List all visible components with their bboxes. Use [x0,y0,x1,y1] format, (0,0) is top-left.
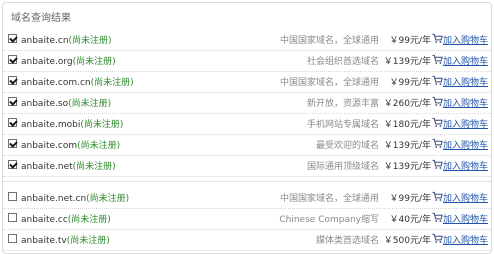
domain-label: anbaite.so [21,99,69,109]
domain-row: anbaite.cn(尚未注册) 中国国家域名，全球通用 ￥99元/年 加入购物车 [3,29,491,51]
domain-status: (尚未注册) [77,141,121,151]
domain-price: ￥139元/年 [383,162,431,172]
domain-checkbox[interactable] [8,213,17,222]
domain-name: anbaite.mobi(尚未注册) [21,117,123,130]
add-to-cart-link[interactable]: 加入购物车 [443,117,488,130]
domain-label: anbaite.tv [21,236,67,246]
domain-row: anbaite.mobi(尚未注册) 手机网站专属域名 ￥180元/年 加入购物车 [3,113,491,135]
domain-price: ￥260元/年 [383,99,431,109]
add-to-cart-link[interactable]: 加入购物车 [443,233,488,246]
domain-status: (尚未注册) [72,162,116,172]
section-title: 域名查询结果 [11,13,71,24]
shopping-cart-icon[interactable] [432,117,443,128]
domain-label: anbaite.net.cn [21,194,87,204]
domain-row: anbaite.net.cn(尚未注册) 中国国家域名，全球通用 ￥99元/年 加入购… [3,187,491,209]
domain-status: (尚未注册) [90,78,134,88]
domain-label: anbaite.cn [21,36,69,46]
domain-price: ￥500元/年 [383,236,431,246]
domain-price: ￥99元/年 [389,194,432,204]
domain-status: (尚未注册) [68,99,112,109]
domain-checkbox[interactable] [8,34,17,43]
domain-price: ￥139元/年 [383,57,431,67]
domain-row: anbaite.com(尚未注册) 最受欢迎的域名 ￥139元/年 加入购物车 [3,134,491,156]
domain-description: Chinese Company缩写 [279,215,379,225]
domain-price: ￥180元/年 [383,120,431,130]
domain-label: anbaite.cc [21,215,68,225]
domain-description: 中国国家域名，全球通用 [279,194,379,204]
domain-checkbox[interactable] [8,76,17,85]
add-to-cart-link[interactable]: 加入购物车 [443,33,488,46]
domain-status: (尚未注册) [72,57,116,67]
domain-price: ￥40元/年 [389,215,432,225]
domain-price: ￥99元/年 [389,78,432,88]
shopping-cart-icon[interactable] [432,233,443,244]
shopping-cart-icon[interactable] [432,75,443,86]
domain-status: (尚未注册) [68,36,112,46]
shopping-cart-icon[interactable] [432,33,443,44]
domain-checkbox[interactable] [8,192,17,201]
domain-name: anbaite.cn(尚未注册) [21,33,112,46]
domain-checkbox[interactable] [8,97,17,106]
domain-price: ￥99元/年 [389,36,432,46]
domain-name: anbaite.cc(尚未注册) [21,212,111,225]
domain-description: 新开放，资源丰富 [306,99,379,109]
add-to-cart-link[interactable]: 加入购物车 [443,159,488,172]
add-to-cart-link[interactable]: 加入购物车 [443,54,488,67]
shopping-cart-icon[interactable] [432,212,443,223]
domain-description: 社会组织首选域名 [306,57,379,67]
domain-results-panel: 域名查询结果 anbaite.cn(尚未注册) 中国国家域名，全球通用 ￥99元/年… [2,2,492,254]
domain-description: 媒体类首选域名 [315,236,379,246]
domain-name: anbaite.net(尚未注册) [21,159,116,172]
domain-description: 中国国家域名，全球通用 [279,36,379,46]
shopping-cart-icon[interactable] [432,96,443,107]
domain-name: anbaite.com.cn(尚未注册) [21,75,134,88]
domain-status: (尚未注册) [66,236,110,246]
add-to-cart-link[interactable]: 加入购物车 [443,96,488,109]
domain-label: anbaite.com [21,141,78,151]
domain-checkbox[interactable] [8,234,17,243]
domain-row: anbaite.tv(尚未注册) 媒体类首选域名 ￥500元/年 加入购物车 [3,229,491,251]
add-to-cart-link[interactable]: 加入购物车 [443,75,488,88]
shopping-cart-icon[interactable] [432,54,443,65]
domain-description: 国际通用顶级域名 [306,162,379,172]
domain-description: 最受欢迎的域名 [315,141,379,151]
domain-label: anbaite.org [21,57,73,67]
domain-label: anbaite.mobi [21,120,81,130]
domain-name: anbaite.net.cn(尚未注册) [21,191,129,204]
domain-description: 中国国家域名，全球通用 [279,78,379,88]
domain-price: ￥139元/年 [383,141,431,151]
domain-label: anbaite.net [21,162,73,172]
domain-name: anbaite.org(尚未注册) [21,54,116,67]
domain-row: anbaite.org(尚未注册) 社会组织首选域名 ￥139元/年 加入购物车 [3,50,491,72]
shopping-cart-icon[interactable] [432,159,443,170]
group-divider [3,181,491,183]
domain-checkbox[interactable] [8,55,17,64]
domain-row: anbaite.net(尚未注册) 国际通用顶级域名 ￥139元/年 加入购物车 [3,155,491,177]
domain-row: anbaite.cc(尚未注册) Chinese Company缩写 ￥40元/年 加… [3,208,491,230]
domain-row: anbaite.com.cn(尚未注册) 中国国家域名，全球通用 ￥99元/年 加入购… [3,71,491,93]
add-to-cart-link[interactable]: 加入购物车 [443,138,488,151]
domain-checkbox[interactable] [8,118,17,127]
domain-status: (尚未注册) [86,194,130,204]
shopping-cart-icon[interactable] [432,191,443,202]
domain-checkbox[interactable] [8,160,17,169]
domain-label: anbaite.com.cn [21,78,91,88]
domain-name: anbaite.so(尚未注册) [21,96,111,109]
domain-name: anbaite.tv(尚未注册) [21,233,110,246]
domain-row: anbaite.so(尚未注册) 新开放，资源丰富 ￥260元/年 加入购物车 [3,92,491,114]
domain-description: 手机网站专属域名 [306,120,379,130]
domain-status: (尚未注册) [67,215,111,225]
domain-checkbox[interactable] [8,139,17,148]
add-to-cart-link[interactable]: 加入购物车 [443,212,488,225]
add-to-cart-link[interactable]: 加入购物车 [443,191,488,204]
domain-status: (尚未注册) [80,120,124,130]
shopping-cart-icon[interactable] [432,138,443,149]
domain-name: anbaite.com(尚未注册) [21,138,120,151]
